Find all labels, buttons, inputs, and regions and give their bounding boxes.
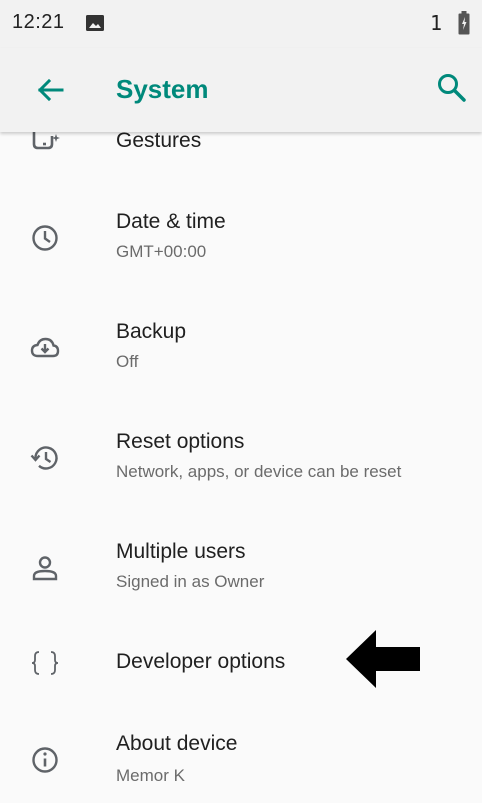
braces-icon (31, 651, 59, 675)
item-subtitle: Network, apps, or device can be reset (116, 462, 402, 481)
info-icon (32, 747, 58, 773)
app-bar: System (0, 48, 482, 132)
item-subtitle: Signed in as Owner (116, 572, 265, 591)
clock-icon (32, 225, 58, 251)
item-title: Gestures (116, 132, 202, 152)
list-item-multiple-users[interactable]: Multiple users Signed in as Owner (0, 522, 482, 632)
status-count: 1 (430, 11, 443, 35)
gestures-icon (32, 132, 60, 150)
item-subtitle: Off (116, 352, 139, 371)
list-item-gestures[interactable]: Gestures (0, 132, 482, 192)
item-title: Developer options (116, 650, 286, 673)
list-item-backup[interactable]: Backup Off (0, 302, 482, 412)
status-time: 12:21 (12, 11, 65, 33)
item-subtitle: Memor K (116, 766, 185, 785)
item-title: Backup (116, 320, 187, 343)
item-subtitle: GMT+00:00 (116, 242, 207, 261)
left-arrow-pointer-icon (346, 630, 420, 688)
item-title: Multiple users (116, 540, 246, 563)
arrow-back-icon[interactable] (30, 70, 70, 110)
person-icon (32, 556, 58, 581)
status-bar: 12:21 1 (0, 0, 482, 48)
list-item-about-device[interactable]: About device Memor K (0, 732, 482, 803)
list-item-date-time[interactable]: Date & time GMT+00:00 (0, 192, 482, 302)
history-icon (30, 446, 58, 470)
page-title: System (116, 74, 209, 104)
list-item-reset-options[interactable]: Reset options Network, apps, or device c… (0, 412, 482, 522)
image-icon (86, 15, 104, 31)
item-title: Reset options (116, 430, 245, 453)
battery-icon (458, 11, 470, 35)
settings-list: Gestures Date & time GMT+00:00 Backup Of… (0, 132, 482, 803)
item-title: About device (116, 732, 238, 755)
item-title: Date & time (116, 210, 226, 233)
search-icon[interactable] (434, 70, 470, 106)
cloud-backup-icon (30, 337, 60, 358)
